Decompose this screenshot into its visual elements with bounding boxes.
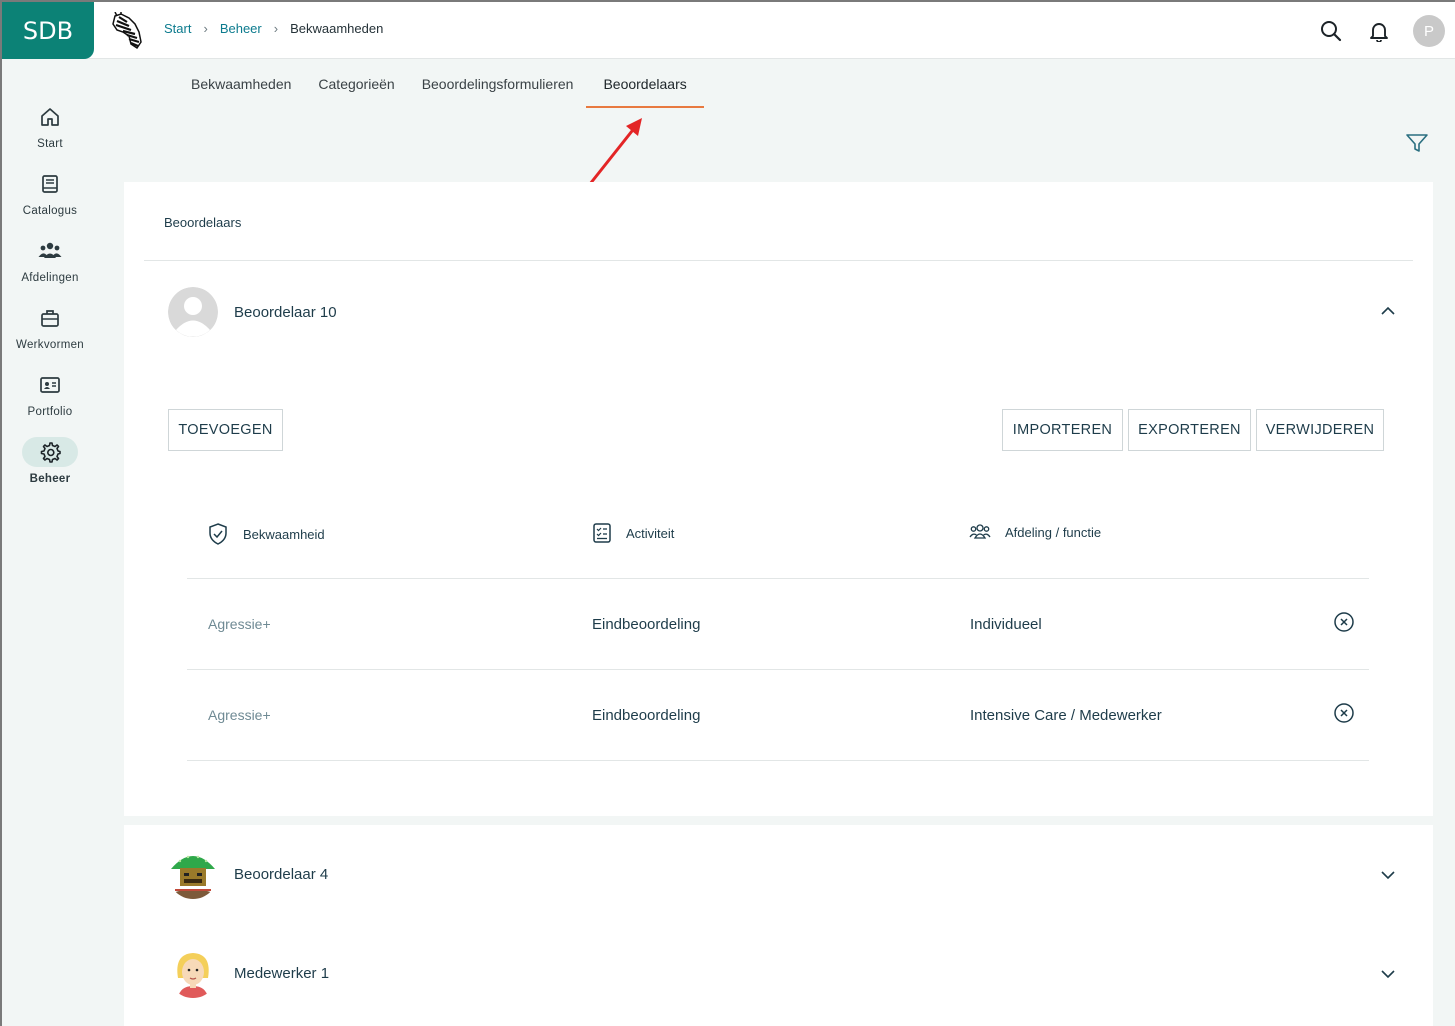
shield-check-icon [209,523,227,545]
assessors-card: Beoordelaars Beoordelaar 10 TOEVOEGEN IM… [124,182,1433,816]
divider [144,260,1413,261]
sidebar-item-werkvormen[interactable]: Werkvormen [2,303,98,363]
cell-activity: Eindbeoordeling [592,707,701,724]
sidebar-item-catalogus[interactable]: Catalogus [2,169,98,229]
sidebar-item-label: Beheer [29,473,71,485]
cell-department: Individueel [970,616,1042,633]
sidebar-item-label: Catalogus [22,205,78,217]
delete-button[interactable]: VERWIJDEREN [1256,409,1384,451]
column-header-competence: Bekwaamheid [207,522,325,546]
search-icon[interactable] [1320,20,1342,42]
cell-competence: Agressie+ [208,616,271,632]
sidebar: Start Catalogus Afdelingen Werkvormen Po… [2,60,98,1026]
chevron-down-icon[interactable] [1380,966,1396,982]
top-bar: SDB Start › Beheer › Bekwaamheden P [2,2,1455,59]
remove-row-icon[interactable] [1333,702,1355,724]
cell-competence: Agressie+ [208,707,271,723]
breadcrumb: Start › Beheer › Bekwaamheden [164,21,383,36]
column-header-label: Afdeling / functie [1005,524,1102,540]
cell-activity: Eindbeoordeling [592,616,701,633]
logo-text: SDB [22,16,74,45]
remove-row-icon[interactable] [1333,611,1355,633]
avatar [168,948,218,998]
add-button[interactable]: TOEVOEGEN [168,409,283,451]
page-title: Beoordelaars [164,215,242,230]
column-header-label: Activiteit [626,525,675,541]
bell-icon[interactable] [1368,20,1390,42]
sidebar-item-label: Werkvormen [16,339,84,351]
sidebar-item-portfolio[interactable]: Portfolio [2,370,98,430]
checklist-icon [593,523,611,543]
breadcrumb-start[interactable]: Start [164,21,191,36]
briefcase-icon [41,310,59,327]
avatar [168,287,218,337]
column-header-department: Afdeling / functie [969,522,1101,542]
assessor-name: Medewerker 1 [234,964,330,982]
zebra-logo-icon [112,12,142,50]
sidebar-item-label: Portfolio [27,406,73,418]
chevron-up-icon[interactable] [1380,303,1396,319]
row-divider [187,760,1369,761]
tab-beoordelaars[interactable]: Beoordelaars [586,60,705,108]
breadcrumb-chevron-icon: › [203,21,208,36]
assessor-header[interactable]: Beoordelaar 10 [168,286,337,338]
gear-icon [40,442,61,463]
user-avatar[interactable]: P [1413,15,1445,47]
sub-tabs: Bekwaamheden Categorieën Beoordelingsfor… [177,60,705,108]
filter-icon[interactable] [1405,132,1429,154]
sidebar-item-label: Start [37,138,63,150]
assessor-name: Beoordelaar 4 [234,865,329,883]
app-logo[interactable]: SDB [2,2,94,59]
breadcrumb-current: Bekwaamheden [290,21,384,36]
row-divider [187,578,1369,579]
breadcrumb-beheer[interactable]: Beheer [220,21,262,36]
assessor-header[interactable]: Medewerker 1 [168,947,329,999]
id-card-icon [40,377,60,393]
book-icon [42,175,58,193]
column-header-activity: Activiteit [592,522,674,544]
import-button[interactable]: IMPORTEREN [1002,409,1123,451]
assessor-name: Beoordelaar 10 [234,303,337,321]
cell-department: Intensive Care / Medewerker [970,707,1162,724]
sidebar-item-label: Afdelingen [21,272,79,284]
sidebar-item-beheer[interactable]: Beheer [2,437,98,497]
avatar [168,849,218,899]
tab-categorieen[interactable]: Categorieën [304,60,407,108]
people-icon [38,242,62,258]
sidebar-item-afdelingen[interactable]: Afdelingen [2,236,98,296]
tab-bekwaamheden[interactable]: Bekwaamheden [177,60,304,108]
annotation-arrow-icon [588,118,642,186]
people-outline-icon [969,524,991,539]
tab-beoordelingsformulieren[interactable]: Beoordelingsformulieren [408,60,587,108]
sidebar-item-start[interactable]: Start [2,102,98,162]
assessor-header[interactable]: Beoordelaar 4 [168,848,328,900]
chevron-down-icon[interactable] [1380,867,1396,883]
home-icon [41,108,59,126]
column-header-label: Bekwaamheid [243,526,325,542]
export-button[interactable]: EXPORTEREN [1128,409,1251,451]
assessors-list-card: Beoordelaar 4 Medewerker 1 [124,825,1433,1026]
row-divider [187,669,1369,670]
breadcrumb-chevron-icon: › [273,21,279,36]
